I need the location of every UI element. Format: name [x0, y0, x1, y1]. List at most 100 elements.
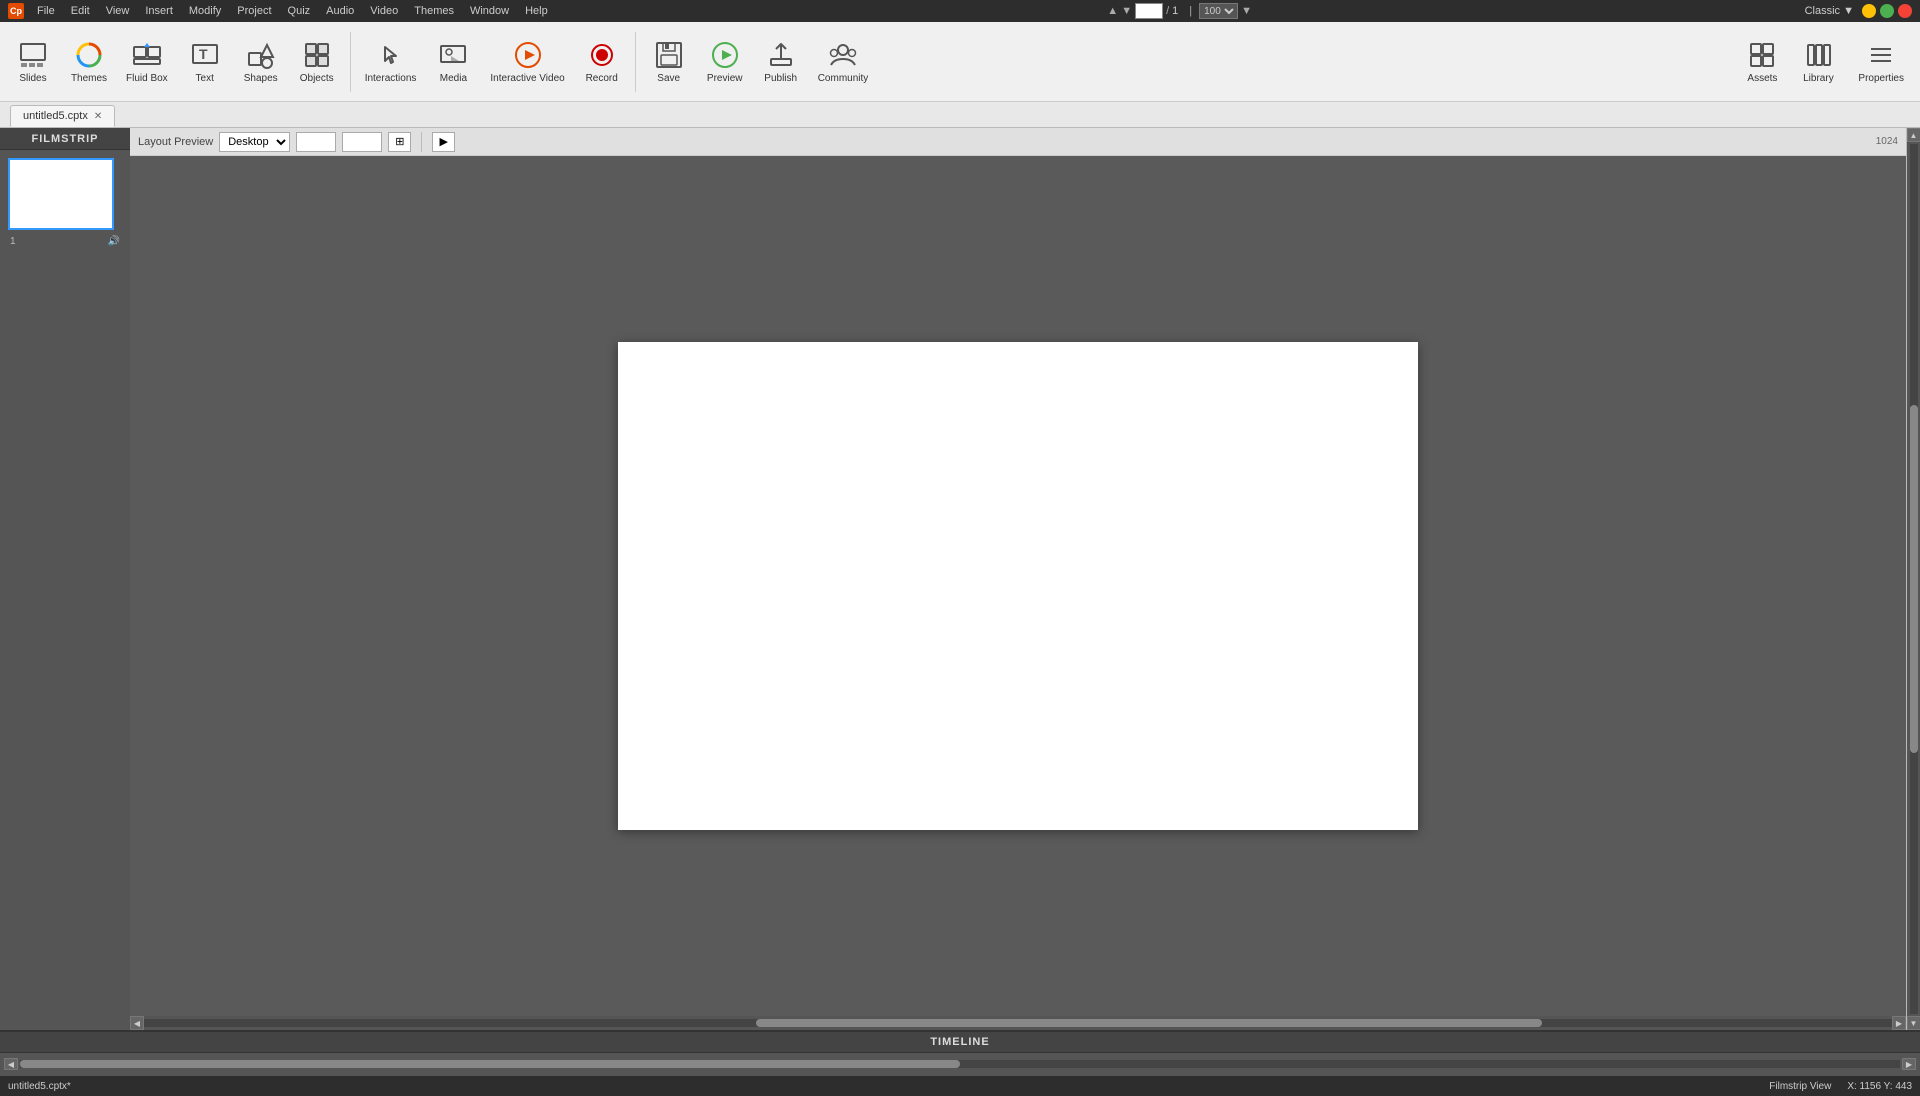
titlebar-right: Classic ▼: [1805, 4, 1912, 18]
slides-tool[interactable]: Slides: [6, 27, 60, 97]
coordinates: X: 1156 Y: 443: [1847, 1081, 1912, 1092]
menu-item-help[interactable]: Help: [518, 3, 555, 19]
themes-tool[interactable]: Themes: [62, 27, 116, 97]
menu-item-themes[interactable]: Themes: [407, 3, 461, 19]
layout-preview-label: Layout Preview: [138, 136, 213, 148]
shapes-tool[interactable]: Shapes: [234, 27, 288, 97]
fluid-box-tool[interactable]: Fluid Box: [118, 27, 176, 97]
tab-close-button[interactable]: ✕: [94, 111, 102, 122]
slide-canvas[interactable]: [618, 342, 1418, 830]
slide-current-input[interactable]: 1: [1135, 3, 1163, 19]
scroll-up-arrow[interactable]: ▲: [1907, 128, 1920, 142]
timeline-scroll-right[interactable]: ▶: [1902, 1058, 1916, 1070]
zoom-select[interactable]: 100 75 50 125 150: [1199, 3, 1238, 19]
zoom-separator: |: [1189, 5, 1192, 17]
media-tool[interactable]: Media: [426, 27, 480, 97]
preview-tool[interactable]: Preview: [698, 27, 752, 97]
slide-thumbnail[interactable]: [8, 158, 114, 230]
objects-tool[interactable]: Objects: [290, 27, 344, 97]
timeline-section: TIMELINE ◀ ▶: [0, 1030, 1920, 1076]
layout-select[interactable]: Desktop Mobile Tablet: [219, 132, 290, 152]
fit-button[interactable]: ⊞: [388, 132, 411, 152]
maximize-button[interactable]: [1880, 4, 1894, 18]
menu-item-audio[interactable]: Audio: [319, 3, 361, 19]
slide-info: 1 🔊: [8, 234, 122, 249]
library-tool[interactable]: Library: [1792, 27, 1844, 97]
scroll-left-arrow[interactable]: ◀: [130, 1016, 144, 1030]
properties-label: Properties: [1858, 73, 1904, 85]
community-tool[interactable]: Community: [810, 27, 877, 97]
slide-down-btn[interactable]: ▼: [1121, 5, 1132, 17]
tab-untitled[interactable]: untitled5.cptx ✕: [10, 105, 115, 127]
menu-item-file[interactable]: File: [30, 3, 62, 19]
timeline-scrollbar-thumb[interactable]: [20, 1060, 960, 1068]
width-input[interactable]: 1024: [296, 132, 336, 152]
slides-icon: [17, 39, 49, 71]
filmstrip-header: FILMSTRIP: [0, 128, 130, 150]
menu-item-quiz[interactable]: Quiz: [281, 3, 318, 19]
main-area: FILMSTRIP 1 🔊 Layout Preview Desktop Mob…: [0, 128, 1920, 1030]
slide-navigation: ▲ ▼ 1 / 1 | 100 75 50 125 150 ▼: [1107, 3, 1252, 19]
vertical-scrollbar-thumb[interactable]: [1910, 405, 1918, 753]
current-file: untitled5.cptx*: [8, 1081, 71, 1092]
interactive-video-icon: [512, 39, 544, 71]
ruler-value: 1024: [1876, 136, 1898, 147]
community-label: Community: [818, 73, 869, 85]
menu-item-modify[interactable]: Modify: [182, 3, 228, 19]
text-tool[interactable]: T Text: [178, 27, 232, 97]
publish-icon: [765, 39, 797, 71]
toolbar-separator-2: [635, 32, 636, 92]
minimize-button[interactable]: [1862, 4, 1876, 18]
properties-icon: [1865, 39, 1897, 71]
assets-tool[interactable]: Assets: [1736, 27, 1788, 97]
library-icon: [1802, 39, 1834, 71]
scroll-down-arrow[interactable]: ▼: [1907, 1016, 1920, 1030]
menu-bar: FileEditViewInsertModifyProjectQuizAudio…: [30, 3, 555, 19]
statusbar-left: untitled5.cptx*: [8, 1081, 71, 1092]
media-icon: [437, 39, 469, 71]
classic-label[interactable]: Classic ▼: [1805, 5, 1854, 17]
horizontal-scrollbar-thumb[interactable]: [756, 1019, 1543, 1027]
slide-up-btn[interactable]: ▲: [1107, 5, 1118, 17]
menu-item-view[interactable]: View: [99, 3, 137, 19]
menu-item-edit[interactable]: Edit: [64, 3, 97, 19]
fluid-box-icon: [131, 39, 163, 71]
interactions-tool[interactable]: Interactions: [357, 27, 425, 97]
interactions-icon: [375, 39, 407, 71]
layout-separator: [421, 132, 422, 152]
titlebar-left: Cp FileEditViewInsertModifyProjectQuizAu…: [8, 3, 555, 19]
save-label: Save: [657, 73, 680, 85]
filmstrip-content: 1 🔊: [0, 150, 130, 1030]
vertical-scrollbar[interactable]: ▲ ▼: [1906, 128, 1920, 1030]
tab-label: untitled5.cptx: [23, 110, 88, 122]
scroll-right-arrow[interactable]: ▶: [1892, 1016, 1906, 1030]
themes-icon: [73, 39, 105, 71]
publish-label: Publish: [764, 73, 797, 85]
objects-icon: [301, 39, 333, 71]
toolbar-separator-1: [350, 32, 351, 92]
canvas-area: Layout Preview Desktop Mobile Tablet 102…: [130, 128, 1906, 1030]
save-icon: [653, 39, 685, 71]
text-icon: T: [189, 39, 221, 71]
media-label: Media: [440, 73, 467, 85]
preview-label: Preview: [707, 73, 743, 85]
properties-tool[interactable]: Properties: [1848, 27, 1914, 97]
menu-item-insert[interactable]: Insert: [138, 3, 180, 19]
filmstrip-panel: FILMSTRIP 1 🔊: [0, 128, 130, 1030]
play-button[interactable]: ▶: [432, 132, 454, 152]
close-button[interactable]: [1898, 4, 1912, 18]
height-input[interactable]: 627: [342, 132, 382, 152]
interactive-video-tool[interactable]: Interactive Video: [482, 27, 572, 97]
save-tool[interactable]: Save: [642, 27, 696, 97]
objects-label: Objects: [300, 73, 334, 85]
menu-item-project[interactable]: Project: [230, 3, 278, 19]
zoom-dropdown-icon[interactable]: ▼: [1241, 5, 1252, 17]
publish-tool[interactable]: Publish: [754, 27, 808, 97]
slide-number: 1: [10, 236, 16, 247]
menu-item-video[interactable]: Video: [363, 3, 405, 19]
record-tool[interactable]: Record: [575, 27, 629, 97]
menu-item-window[interactable]: Window: [463, 3, 516, 19]
canvas-scrollbar: ◀ ▶: [130, 1016, 1906, 1030]
slide-audio-icon: 🔊: [108, 236, 120, 247]
timeline-scroll-left[interactable]: ◀: [4, 1058, 18, 1070]
